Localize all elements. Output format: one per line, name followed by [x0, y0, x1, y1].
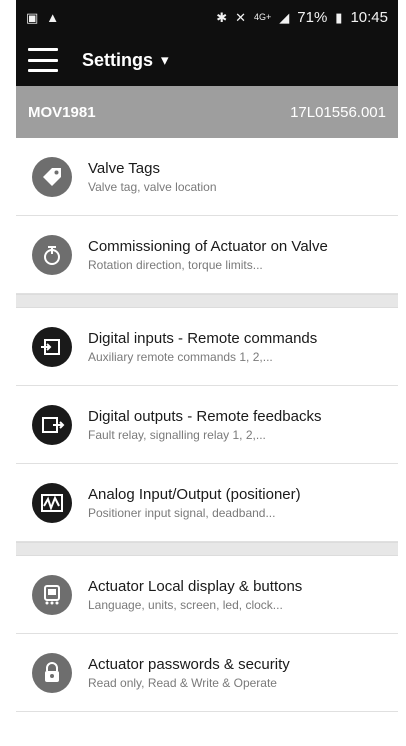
digital-inputs-icon: [32, 326, 72, 367]
item-subtitle: Rotation direction, torque limits...: [88, 257, 263, 272]
item-title: Digital outputs - Remote feedbacks: [88, 407, 322, 425]
screenshot-icon: ▣: [26, 9, 39, 25]
item-title: Commissioning of Actuator on Valve: [88, 237, 328, 255]
setting-commissioning[interactable]: Commissioning of Actuator on Valve Rotat…: [16, 216, 398, 294]
item-title: Actuator Local display & buttons: [88, 577, 303, 595]
app-bar: Settings ▾: [16, 34, 398, 86]
device-serial: 17L01556.001: [290, 103, 386, 121]
setting-valve-tags[interactable]: Valve Tags Valve tag, valve location: [16, 138, 398, 216]
device-name: MOV1981: [28, 103, 96, 121]
battery-percent: 71%: [297, 8, 328, 26]
group-separator: [16, 542, 398, 556]
frame-left: [0, 0, 16, 746]
phone-frame: ▣ ▲ ✱ ✕ 4G+ ◢ 71% ▮ 10:45 Settings ▾ MOV…: [0, 0, 406, 746]
item-subtitle: Positioner input signal, deadband...: [88, 505, 276, 520]
network-type: 4G+: [254, 11, 272, 22]
item-title: Digital inputs - Remote commands: [88, 329, 318, 347]
analog-io-icon: [32, 482, 72, 523]
lock-icon: [32, 652, 72, 693]
item-title: Actuator passwords & security: [88, 655, 290, 673]
battery-icon: ▮: [335, 9, 343, 25]
tag-icon: [32, 156, 72, 197]
item-subtitle: Valve tag, valve location: [88, 179, 217, 194]
bluetooth-icon: ✱: [216, 9, 228, 25]
setting-security[interactable]: Actuator passwords & security Read only,…: [16, 634, 398, 712]
hamburger-menu-icon[interactable]: [28, 48, 58, 72]
status-bar: ▣ ▲ ✱ ✕ 4G+ ◢ 71% ▮ 10:45: [16, 0, 398, 34]
item-subtitle: Auxiliary remote commands 1, 2,...: [88, 349, 273, 364]
screen: ▣ ▲ ✱ ✕ 4G+ ◢ 71% ▮ 10:45 Settings ▾ MOV…: [16, 0, 398, 746]
device-header: MOV1981 17L01556.001: [16, 86, 398, 138]
local-display-icon: [32, 574, 72, 615]
digital-outputs-icon: [32, 404, 72, 445]
setting-digital-inputs[interactable]: Digital inputs - Remote commands Auxilia…: [16, 308, 398, 386]
status-time: 10:45: [350, 8, 388, 26]
mute-icon: ✕: [235, 9, 246, 25]
settings-list: Valve Tags Valve tag, valve location Com…: [16, 138, 398, 712]
item-title: Analog Input/Output (positioner): [88, 485, 301, 503]
page-title[interactable]: Settings: [82, 50, 153, 71]
setting-digital-outputs[interactable]: Digital outputs - Remote feedbacks Fault…: [16, 386, 398, 464]
frame-right: [398, 0, 406, 746]
item-subtitle: Fault relay, signalling relay 1, 2,...: [88, 427, 266, 442]
item-subtitle: Read only, Read & Write & Operate: [88, 675, 277, 690]
group-separator: [16, 294, 398, 308]
item-title: Valve Tags: [88, 159, 160, 177]
actuator-valve-icon: [32, 234, 72, 275]
setting-analog-io[interactable]: Analog Input/Output (positioner) Positio…: [16, 464, 398, 542]
item-subtitle: Language, units, screen, led, clock...: [88, 597, 283, 612]
warning-icon: ▲: [46, 9, 60, 25]
chevron-down-icon[interactable]: ▾: [161, 51, 169, 69]
signal-icon: ◢: [279, 9, 290, 25]
setting-local-display[interactable]: Actuator Local display & buttons Languag…: [16, 556, 398, 634]
